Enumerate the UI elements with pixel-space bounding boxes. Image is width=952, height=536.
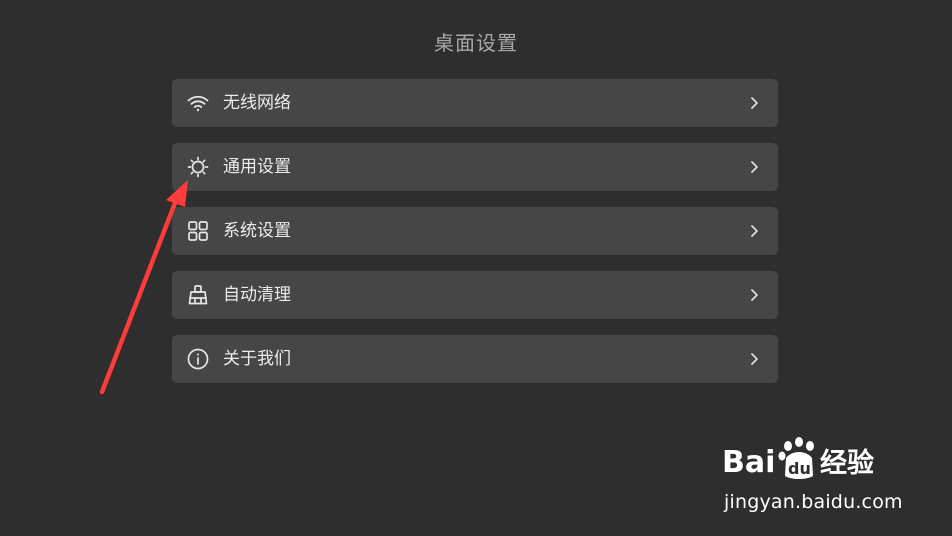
menu-item-label: 自动清理 [223, 285, 291, 305]
chevron-right-icon [748, 351, 760, 367]
broom-icon [186, 283, 210, 307]
grid-icon [186, 219, 210, 243]
menu-item-wireless[interactable]: 无线网络 [172, 79, 778, 127]
chevron-right-icon [748, 95, 760, 111]
menu-item-about-us[interactable]: 关于我们 [172, 335, 778, 383]
menu-item-auto-clean[interactable]: 自动清理 [172, 271, 778, 319]
chevron-right-icon [748, 287, 760, 303]
svg-text:经验: 经验 [820, 447, 874, 479]
sun-gear-icon [186, 155, 210, 179]
settings-menu: 无线网络 通用设置 系统设置 自动清理 关于我们 [172, 79, 778, 399]
baidu-jingyan-watermark: Bai du 经验 jingyan.baidu.com [722, 436, 903, 516]
svg-text:du: du [788, 459, 811, 478]
menu-item-system-settings[interactable]: 系统设置 [172, 207, 778, 255]
chevron-right-icon [748, 223, 760, 239]
menu-item-general-settings[interactable]: 通用设置 [172, 143, 778, 191]
watermark-url: jingyan.baidu.com [724, 491, 903, 513]
menu-item-label: 系统设置 [223, 221, 291, 241]
chevron-right-icon [748, 159, 760, 175]
wifi-icon [186, 91, 210, 115]
info-icon [186, 347, 210, 371]
menu-item-label: 通用设置 [223, 157, 291, 177]
menu-item-label: 关于我们 [223, 349, 291, 369]
menu-item-label: 无线网络 [223, 93, 291, 113]
baidu-jingyan-logo: Bai du 经验 [722, 436, 902, 484]
page-title: 桌面设置 [434, 31, 518, 55]
svg-text:Bai: Bai [722, 445, 775, 480]
